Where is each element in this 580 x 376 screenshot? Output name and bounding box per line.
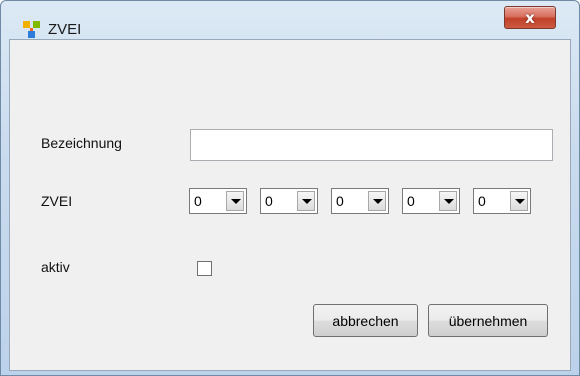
zvei-digit-4-value: 0 [407,193,415,209]
zvei-digit-5-value: 0 [478,193,486,209]
zvei-digit-1-value: 0 [194,193,202,209]
chevron-down-icon[interactable] [510,191,528,211]
zvei-digit-2-value: 0 [265,193,273,209]
chevron-down-icon[interactable] [368,191,386,211]
zvei-digit-1-select[interactable]: 0 [189,188,247,214]
dialog-window: ZVEI x Bezeichnung ZVEI 0 0 0 0 0 aktiv [0,0,580,376]
close-icon: x [525,8,535,27]
apply-button[interactable]: übernehmen [428,304,548,337]
title-bar[interactable]: ZVEI x [1,1,579,39]
close-button[interactable]: x [504,6,556,29]
zvei-digit-2-select[interactable]: 0 [260,188,318,214]
chevron-down-icon[interactable] [439,191,457,211]
zvei-digit-3-value: 0 [336,193,344,209]
zvei-digit-4-select[interactable]: 0 [402,188,460,214]
app-grid-icon [23,21,40,38]
bezeichnung-input[interactable] [190,129,553,161]
zvei-label: ZVEI [41,193,73,209]
aktiv-label: aktiv [41,259,70,275]
window-title: ZVEI [48,21,82,38]
bezeichnung-label: Bezeichnung [41,135,122,151]
dialog-content: Bezeichnung ZVEI 0 0 0 0 0 aktiv abbrech… [9,39,571,371]
chevron-down-icon[interactable] [226,191,244,211]
cancel-button[interactable]: abbrechen [313,304,418,337]
aktiv-checkbox[interactable] [197,261,212,276]
zvei-digit-5-select[interactable]: 0 [473,188,531,214]
zvei-digit-3-select[interactable]: 0 [331,188,389,214]
chevron-down-icon[interactable] [297,191,315,211]
